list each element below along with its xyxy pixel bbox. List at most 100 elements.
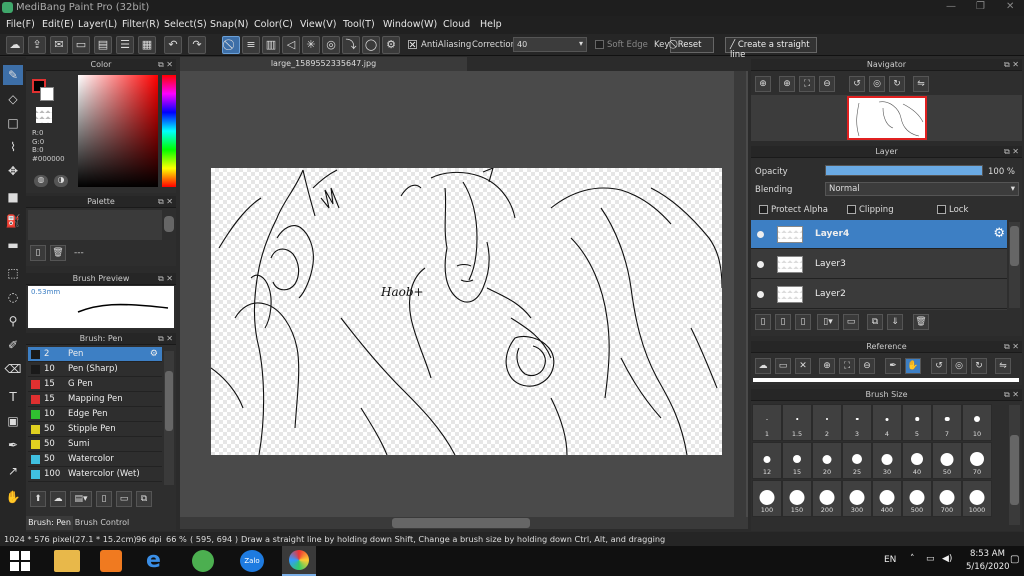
panel-close-icon[interactable]: ⧉ ✕ [1004, 146, 1019, 158]
brush-item[interactable]: 50 Stipple Pen [28, 422, 162, 437]
new-layer-icon[interactable]: ▯ [755, 314, 771, 330]
menu-select[interactable]: Select(S) [164, 19, 207, 30]
menu-file[interactable]: File(F) [6, 19, 35, 30]
brush-size-cell[interactable]: 300 [842, 480, 872, 517]
menu-view[interactable]: View(V) [300, 19, 336, 30]
zoom-out-icon[interactable]: ⊖ [819, 76, 835, 92]
flip-icon[interactable]: ⇋ [913, 76, 929, 92]
reference-open-icon[interactable]: ▭ [775, 358, 791, 374]
volume-icon[interactable]: ◀) [942, 554, 952, 564]
save-icon[interactable]: ▭ [72, 36, 90, 54]
reference-zoom-out-icon[interactable]: ⊖ [859, 358, 875, 374]
brush-item[interactable]: 50 Sumi [28, 437, 162, 452]
menu-color[interactable]: Color(C) [254, 19, 293, 30]
brush-size-cell[interactable]: 1.5 [782, 404, 812, 441]
brush-size-scrollbar[interactable] [1009, 405, 1020, 525]
list-icon[interactable]: ☰ [116, 36, 134, 54]
visibility-icon[interactable] [757, 291, 764, 298]
layer-row[interactable]: Layer4 ⚙ [751, 220, 1007, 249]
select-tool-icon[interactable]: ⬚ [3, 263, 23, 283]
new-8bit-layer-icon[interactable]: ▯ [775, 314, 791, 330]
brush-size-cell[interactable]: 1 [752, 404, 782, 441]
palette-scrollbar[interactable] [164, 216, 174, 232]
brush-size-cell[interactable]: 20 [812, 442, 842, 479]
fit-screen-icon[interactable]: ⛶ [799, 76, 815, 92]
brush-size-cell[interactable]: 12 [752, 442, 782, 479]
panel-close-icon[interactable]: ⧉ ✕ [1004, 341, 1019, 353]
tab-brush-pen[interactable]: Brush: Pen [26, 516, 73, 530]
brush-size-cell[interactable]: 25 [842, 442, 872, 479]
new-palette-icon[interactable]: ▯ [30, 245, 46, 261]
dot-tool-icon[interactable]: ⌇ [3, 137, 23, 157]
correction-select[interactable]: 40 ▾ [513, 37, 587, 52]
reference-view[interactable] [753, 378, 1019, 382]
blending-select[interactable]: Normal ▾ [825, 182, 1019, 196]
divide-tool-icon[interactable]: ▣ [3, 411, 23, 431]
new-1bit-layer-icon[interactable]: ▯ [795, 314, 811, 330]
radial-snap-icon[interactable]: ✳ [302, 36, 320, 54]
zalo-icon[interactable]: Zalo [240, 550, 264, 572]
windows-start-icon[interactable] [10, 551, 30, 571]
parallel-snap-icon[interactable]: ≡ [242, 36, 260, 54]
brush-item[interactable]: 10 Pen (Sharp) [28, 362, 162, 377]
hand-tool-icon[interactable]: ✋ [3, 487, 23, 507]
brush-copy-icon[interactable]: ⧉ [136, 491, 152, 507]
saturation-value-picker[interactable] [78, 75, 158, 187]
snap-off-icon[interactable]: ⃠ [222, 36, 240, 54]
panel-close-icon[interactable]: ⧉ ✕ [158, 196, 173, 208]
reference-rotate-left-icon[interactable]: ↺ [931, 358, 947, 374]
brush-menu-icon[interactable]: ▤▾ [70, 491, 92, 507]
panel-close-icon[interactable]: ⧉ ✕ [158, 333, 173, 345]
brush-size-cell[interactable]: 700 [932, 480, 962, 517]
layer-row[interactable]: Layer2 [751, 280, 1007, 309]
menu-window[interactable]: Window(W) [383, 19, 437, 30]
brush-size-cell[interactable]: 15 [782, 442, 812, 479]
panel-close-icon[interactable]: ⧉ ✕ [1004, 389, 1019, 401]
duplicate-layer-icon[interactable]: ⧉ [867, 314, 883, 330]
select-pen-tool-icon[interactable]: ✐ [3, 335, 23, 355]
app-green-icon[interactable] [192, 550, 214, 572]
color-wheel-icon[interactable]: ◍ [34, 175, 48, 187]
reset-rotation-icon[interactable]: ◎ [869, 76, 885, 92]
brush-list-scrollbar[interactable] [164, 351, 174, 485]
reset-button[interactable]: ⃠ Reset [670, 37, 714, 53]
brush-size-cell[interactable]: 200 [812, 480, 842, 517]
menu-tool[interactable]: Tool(T) [343, 19, 375, 30]
brush-item[interactable]: 100 Watercolor (Wet) [28, 467, 162, 482]
trash-icon[interactable]: 🗑 [50, 245, 66, 261]
chevron-up-icon[interactable]: ˄ [910, 554, 915, 564]
brush-settings-icon[interactable]: ⚙ [150, 347, 158, 362]
merge-layer-icon[interactable]: ⇓ [887, 314, 903, 330]
cloud-icon[interactable]: ☁ [6, 36, 24, 54]
menu-layer[interactable]: Layer(L) [78, 19, 117, 30]
lasso-tool-icon[interactable]: ◌ [3, 287, 23, 307]
brush-folder-icon[interactable]: ▭ [116, 491, 132, 507]
file-explorer-icon[interactable] [54, 550, 80, 572]
vanish-snap-icon[interactable]: ◁ [282, 36, 300, 54]
reference-close-icon[interactable]: ✕ [795, 358, 811, 374]
reference-zoom-in-icon[interactable]: ⊕ [819, 358, 835, 374]
minimize-icon[interactable]: — [946, 1, 956, 12]
scroll-thumb[interactable] [1010, 435, 1019, 505]
navigator-preview[interactable] [751, 95, 1022, 141]
add-layer-menu-icon[interactable]: ▯▾ [817, 314, 839, 330]
document-tab[interactable]: large_1589552335647.jpg [180, 57, 467, 71]
brush-size-cell[interactable]: 50 [932, 442, 962, 479]
brush-tool-icon[interactable]: ✎ [3, 65, 23, 85]
visibility-icon[interactable] [757, 261, 764, 268]
brush-item[interactable]: 10 Edge Pen [28, 407, 162, 422]
palette-swatch-area[interactable] [28, 210, 162, 240]
network-icon[interactable]: ▭ [926, 554, 935, 564]
brush-size-cell[interactable]: 10 [962, 404, 992, 441]
reference-reset-rotation-icon[interactable]: ◎ [951, 358, 967, 374]
reference-fit-icon[interactable]: ⛶ [839, 358, 855, 374]
color-palette-icon[interactable]: ◑ [54, 175, 68, 187]
grid-icon[interactable]: ▦ [138, 36, 156, 54]
brush-size-cell[interactable]: 1000 [962, 480, 992, 517]
reference-hand-icon[interactable]: ✋ [905, 358, 921, 374]
brush-item[interactable]: 2 Pen ⚙ [28, 347, 162, 362]
document-icon[interactable]: ▤ [94, 36, 112, 54]
canvas-horizontal-scrollbar[interactable] [180, 517, 748, 529]
share-icon[interactable]: ⇪ [28, 36, 46, 54]
reference-rotate-right-icon[interactable]: ↻ [971, 358, 987, 374]
